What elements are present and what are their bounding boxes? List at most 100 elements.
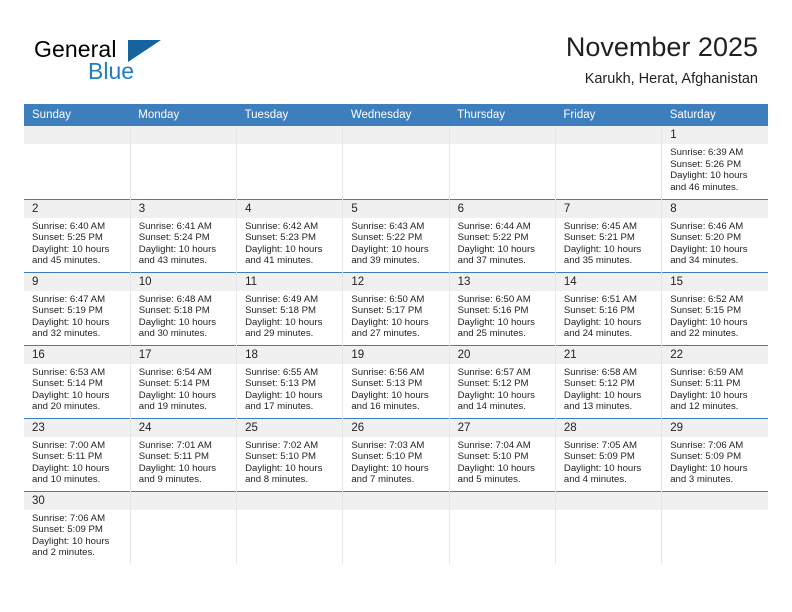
calendar-cell-empty	[130, 490, 238, 564]
calendar-day-cell[interactable]: 11 Sunrise: 6:49 AM Sunset: 5:18 PM Dayligh…	[236, 271, 344, 345]
calendar-day-cell[interactable]: 12 Sunrise: 6:50 AM Sunset: 5:17 PM Dayligh…	[342, 271, 450, 345]
sunset-text: Sunset: 5:12 PM	[457, 378, 529, 390]
daylight-text: Daylight: 10 hours and 13 minutes.	[563, 389, 642, 413]
calendar-cell-empty	[342, 126, 450, 199]
day-number: 26	[343, 418, 449, 437]
sunrise-text: Sunrise: 6:54 AM	[138, 366, 212, 378]
sunset-text: Sunset: 5:16 PM	[457, 305, 529, 317]
calendar-week-row: 30 Sunrise: 7:06 AM Sunset: 5:09 PM Dayligh…	[24, 490, 768, 564]
general-blue-logo[interactable]: General Blue	[34, 36, 224, 88]
day-number-band	[343, 126, 449, 144]
day-number: 3	[130, 199, 237, 218]
day-details: Sunrise: 7:06 AM Sunset: 5:09 PM Daylight:…	[662, 437, 768, 486]
sunrise-text: Sunrise: 6:56 AM	[351, 366, 425, 378]
sunrise-text: Sunrise: 6:50 AM	[351, 293, 425, 305]
calendar-day-cell[interactable]: 22 Sunrise: 6:59 AM Sunset: 5:11 PM Dayligh…	[661, 344, 768, 418]
calendar-day-cell[interactable]: 28 Sunrise: 7:05 AM Sunset: 5:09 PM Dayligh…	[555, 417, 663, 491]
sunrise-text: Sunrise: 6:57 AM	[457, 366, 531, 378]
calendar-day-cell[interactable]: 30 Sunrise: 7:06 AM Sunset: 5:09 PM Dayligh…	[24, 490, 131, 564]
calendar-day-cell[interactable]: 15 Sunrise: 6:52 AM Sunset: 5:15 PM Dayligh…	[661, 271, 768, 345]
calendar-day-cell[interactable]: 21 Sunrise: 6:58 AM Sunset: 5:12 PM Dayligh…	[555, 344, 663, 418]
cell-inner: 14 Sunrise: 6:51 AM Sunset: 5:16 PM Dayligh…	[555, 272, 662, 345]
day-number: 6	[449, 199, 555, 218]
calendar-cell-empty	[449, 490, 556, 564]
day-number: 14	[555, 272, 662, 291]
calendar-day-cell[interactable]: 24 Sunrise: 7:01 AM Sunset: 5:11 PM Dayligh…	[130, 417, 238, 491]
weekday-header-sunday: Sunday	[24, 104, 131, 126]
calendar-day-cell[interactable]: 20 Sunrise: 6:57 AM Sunset: 5:12 PM Dayligh…	[449, 344, 556, 418]
day-number-band	[237, 491, 343, 510]
day-details: Sunrise: 6:58 AM Sunset: 5:12 PM Daylight:…	[556, 364, 661, 413]
sunset-text: Sunset: 5:11 PM	[138, 451, 209, 463]
calendar-day-cell[interactable]: 23 Sunrise: 7:00 AM Sunset: 5:11 PM Dayligh…	[24, 417, 131, 491]
cell-inner: 20 Sunrise: 6:57 AM Sunset: 5:12 PM Dayligh…	[449, 345, 555, 418]
daylight-text: Daylight: 10 hours and 22 minutes.	[670, 316, 748, 340]
day-number-band	[449, 126, 555, 144]
calendar-day-cell[interactable]: 5 Sunrise: 6:43 AM Sunset: 5:22 PM Daylight…	[342, 198, 450, 272]
cell-inner: 23 Sunrise: 7:00 AM Sunset: 5:11 PM Dayligh…	[24, 418, 130, 491]
calendar-day-cell[interactable]: 9 Sunrise: 6:47 AM Sunset: 5:19 PM Daylight…	[24, 271, 131, 345]
sunrise-text: Sunrise: 6:43 AM	[351, 220, 425, 232]
sunrise-text: Sunrise: 7:04 AM	[457, 439, 531, 451]
day-details: Sunrise: 6:50 AM Sunset: 5:16 PM Daylight:…	[450, 291, 555, 340]
day-number: 1	[662, 126, 768, 144]
daylight-text: Daylight: 10 hours and 10 minutes.	[32, 462, 110, 486]
daylight-text: Daylight: 10 hours and 27 minutes.	[351, 316, 429, 340]
calendar-day-cell[interactable]: 8 Sunrise: 6:46 AM Sunset: 5:20 PM Daylight…	[661, 198, 768, 272]
calendar-day-cell[interactable]: 6 Sunrise: 6:44 AM Sunset: 5:22 PM Daylight…	[449, 198, 556, 272]
sunset-text: Sunset: 5:10 PM	[245, 451, 316, 463]
cell-inner: 16 Sunrise: 6:53 AM Sunset: 5:14 PM Dayligh…	[24, 345, 130, 418]
day-number: 10	[130, 272, 237, 291]
calendar-week-row: 16 Sunrise: 6:53 AM Sunset: 5:14 PM Dayligh…	[24, 344, 768, 418]
calendar-cell-empty	[661, 490, 768, 564]
day-number: 4	[237, 199, 343, 218]
calendar-day-cell[interactable]: 3 Sunrise: 6:41 AM Sunset: 5:24 PM Daylight…	[130, 198, 238, 272]
calendar-day-cell[interactable]: 10 Sunrise: 6:48 AM Sunset: 5:18 PM Dayligh…	[130, 271, 238, 345]
daylight-text: Daylight: 10 hours and 16 minutes.	[351, 389, 429, 413]
logo-text-blue: Blue	[88, 58, 135, 84]
day-details: Sunrise: 6:45 AM Sunset: 5:21 PM Daylight:…	[556, 218, 661, 267]
calendar-day-cell[interactable]: 4 Sunrise: 6:42 AM Sunset: 5:23 PM Daylight…	[236, 198, 344, 272]
calendar-day-cell[interactable]: 16 Sunrise: 6:53 AM Sunset: 5:14 PM Dayligh…	[24, 344, 131, 418]
day-number: 25	[237, 418, 343, 437]
day-details: Sunrise: 6:44 AM Sunset: 5:22 PM Daylight:…	[450, 218, 555, 267]
calendar-day-cell[interactable]: 19 Sunrise: 6:56 AM Sunset: 5:13 PM Dayligh…	[342, 344, 450, 418]
day-details: Sunrise: 6:47 AM Sunset: 5:19 PM Daylight:…	[24, 291, 130, 340]
calendar-day-cell[interactable]: 27 Sunrise: 7:04 AM Sunset: 5:10 PM Dayligh…	[449, 417, 556, 491]
daylight-text: Daylight: 10 hours and 34 minutes.	[670, 243, 748, 267]
calendar-day-cell[interactable]: 18 Sunrise: 6:55 AM Sunset: 5:13 PM Dayligh…	[236, 344, 344, 418]
calendar-day-cell[interactable]: 2 Sunrise: 6:40 AM Sunset: 5:25 PM Daylight…	[24, 198, 131, 272]
sunrise-text: Sunrise: 6:39 AM	[670, 147, 744, 158]
sunrise-text: Sunrise: 6:53 AM	[32, 366, 106, 378]
cell-inner: 7 Sunrise: 6:45 AM Sunset: 5:21 PM Daylight…	[555, 199, 662, 272]
calendar-page: General Blue November 2025 Karukh, Herat…	[0, 0, 792, 612]
day-number: 17	[130, 345, 237, 364]
calendar-day-cell[interactable]: 26 Sunrise: 7:03 AM Sunset: 5:10 PM Dayligh…	[342, 417, 450, 491]
sunset-text: Sunset: 5:14 PM	[138, 378, 210, 390]
sunset-text: Sunset: 5:26 PM	[670, 158, 742, 170]
daylight-text: Daylight: 10 hours and 7 minutes.	[351, 462, 429, 486]
calendar-day-cell[interactable]: 29 Sunrise: 7:06 AM Sunset: 5:09 PM Dayligh…	[661, 417, 768, 491]
calendar-cell-empty	[342, 490, 450, 564]
sunrise-text: Sunrise: 6:52 AM	[670, 293, 744, 305]
sunrise-text: Sunrise: 6:48 AM	[138, 293, 212, 305]
calendar-day-cell[interactable]: 7 Sunrise: 6:45 AM Sunset: 5:21 PM Daylight…	[555, 198, 663, 272]
daylight-text: Daylight: 10 hours and 32 minutes.	[32, 316, 110, 340]
calendar-day-cell[interactable]: 17 Sunrise: 6:54 AM Sunset: 5:14 PM Dayligh…	[130, 344, 238, 418]
day-details: Sunrise: 6:59 AM Sunset: 5:11 PM Daylight:…	[662, 364, 768, 413]
day-details: Sunrise: 6:40 AM Sunset: 5:25 PM Daylight:…	[24, 218, 130, 267]
day-number: 29	[662, 418, 768, 437]
day-details: Sunrise: 6:43 AM Sunset: 5:22 PM Daylight:…	[343, 218, 448, 267]
weekday-header-tuesday: Tuesday	[236, 104, 343, 126]
day-number-band	[555, 491, 662, 510]
day-number-band	[662, 491, 768, 510]
calendar-day-cell[interactable]: 25 Sunrise: 7:02 AM Sunset: 5:10 PM Dayligh…	[236, 417, 344, 491]
calendar-day-cell[interactable]: 14 Sunrise: 6:51 AM Sunset: 5:16 PM Dayligh…	[555, 271, 663, 345]
calendar-day-cell[interactable]: 1 Sunrise: 6:39 AM Sunset: 5:26 PM Daylight…	[661, 126, 768, 199]
day-details: Sunrise: 6:48 AM Sunset: 5:18 PM Daylight:…	[131, 291, 236, 340]
calendar-day-cell[interactable]: 13 Sunrise: 6:50 AM Sunset: 5:16 PM Dayligh…	[449, 271, 556, 345]
daylight-text: Daylight: 10 hours and 25 minutes.	[457, 316, 535, 340]
sunrise-sunset-calendar: Sunday Monday Tuesday Wednesday Thursday…	[24, 104, 768, 564]
day-number: 15	[662, 272, 768, 291]
daylight-text: Daylight: 10 hours and 3 minutes.	[670, 462, 748, 486]
